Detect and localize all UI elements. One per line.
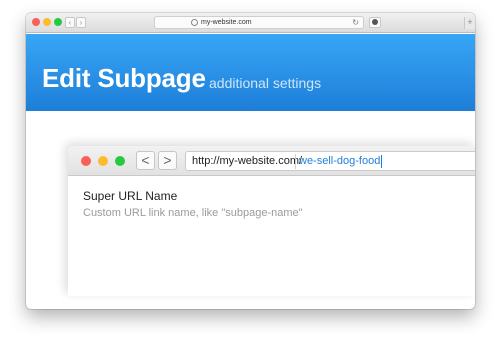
search-icon [191, 19, 198, 26]
field-label: Super URL Name [83, 189, 178, 203]
address-bar[interactable]: my-website.com ↻ [154, 16, 364, 29]
inner-back-button[interactable]: < [136, 151, 155, 170]
browser-window: ‹ › my-website.com ↻ + Edit Subpage addi… [26, 13, 475, 309]
inner-minimize-button[interactable] [98, 156, 108, 166]
inner-close-button[interactable] [81, 156, 91, 166]
url-prefix: http://my-website.com/ [192, 155, 303, 167]
minimize-button[interactable] [43, 18, 51, 26]
url-divider [295, 154, 296, 169]
url-slug-text: we-sell-dog-food [299, 155, 381, 167]
download-icon [372, 19, 378, 25]
new-tab-button[interactable]: + [464, 17, 475, 29]
page-header: Edit Subpage additional settings [26, 34, 475, 111]
zoom-button[interactable] [54, 18, 62, 26]
browser-toolbar: ‹ › my-website.com ↻ + [26, 13, 475, 33]
inner-zoom-button[interactable] [115, 156, 125, 166]
forward-button[interactable]: › [76, 17, 86, 28]
inner-browser-toolbar: < > http://my-website.com/ we-sell-dog-f… [68, 146, 475, 176]
inner-forward-button[interactable]: > [158, 151, 177, 170]
inner-address-bar[interactable]: http://my-website.com/ we-sell-dog-food [185, 151, 475, 171]
page-title: Edit Subpage [42, 63, 206, 93]
reload-icon[interactable]: ↻ [352, 17, 359, 28]
url-slug-input[interactable]: we-sell-dog-food [299, 155, 383, 168]
downloads-button[interactable] [369, 17, 381, 28]
address-bar-url: my-website.com [201, 19, 252, 26]
back-button[interactable]: ‹ [65, 17, 75, 28]
inner-browser-preview: < > http://my-website.com/ we-sell-dog-f… [68, 146, 475, 296]
text-cursor [381, 155, 383, 168]
close-button[interactable] [32, 18, 40, 26]
page-subtitle: additional settings [209, 75, 322, 91]
field-help-text: Custom URL link name, like "subpage-name… [83, 207, 303, 219]
